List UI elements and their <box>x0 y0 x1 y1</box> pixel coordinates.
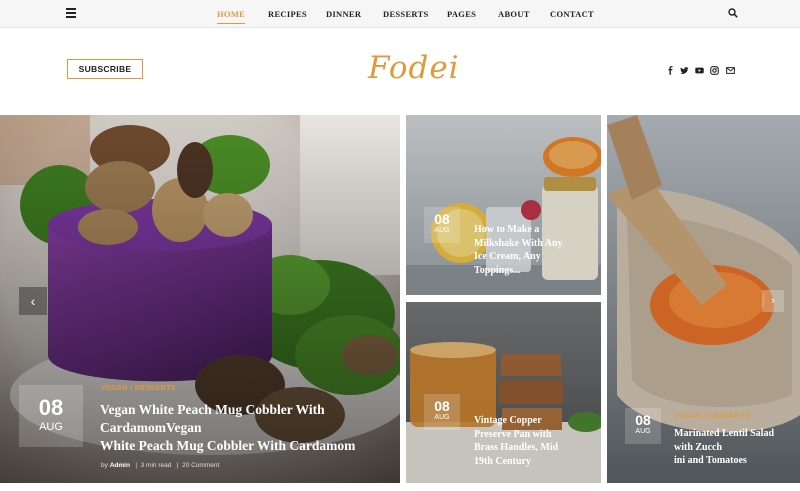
subscribe-button[interactable]: SUBSCRIBE <box>67 59 143 79</box>
milkshake-post-card[interactable]: 08 AUG How to Make a Milkshake With Any … <box>406 115 601 295</box>
post-title[interactable]: How to Make a Milkshake With Any Ice Cre… <box>474 223 594 277</box>
slider-next-arrow[interactable]: › <box>762 290 784 312</box>
date-badge: 08 AUG <box>625 408 661 444</box>
nav-desserts[interactable]: DESSERTS <box>383 9 429 19</box>
post-title-line[interactable]: Ice Cream, Any <box>474 250 594 264</box>
date-month: AUG <box>635 428 651 435</box>
post-categories[interactable]: VEGAN / DESSERTS <box>675 413 750 420</box>
post-title-line[interactable]: Milkshake With Any <box>474 237 594 251</box>
post-title-line[interactable]: Vintage Copper <box>474 414 596 428</box>
featured-post-card[interactable]: ‹ 08 AUG VEGAN / DESSERTS Vegan White Pe… <box>0 115 400 483</box>
meta-by: by <box>101 462 108 469</box>
read-time: 3 min read <box>140 462 172 469</box>
nav-about[interactable]: ABOUT <box>498 9 530 19</box>
date-day: 08 <box>434 398 450 414</box>
date-day: 08 <box>38 395 64 420</box>
post-title[interactable]: Vintage Copper Preserve Pan with Brass H… <box>474 414 596 468</box>
post-title-line[interactable]: ini and Tomatoes <box>674 454 796 468</box>
mail-icon[interactable] <box>726 66 735 75</box>
post-title-line[interactable]: How to Make a <box>474 223 594 237</box>
date-month: AUG <box>434 227 450 234</box>
twitter-icon[interactable] <box>680 66 689 75</box>
post-categories[interactable]: VEGAN / DESSERTS <box>101 385 176 392</box>
hamburger-menu-icon[interactable] <box>66 8 76 18</box>
lentil-post-card[interactable]: › 08 AUG VEGAN / DESSERTS Marinated Lent… <box>607 115 800 483</box>
post-title-line[interactable]: Brass Handles, Mid <box>474 441 596 455</box>
date-month: AUG <box>39 421 63 433</box>
post-title-line[interactable]: Marinated Lentil Salad <box>674 427 796 441</box>
site-logo[interactable]: Fodei <box>368 50 460 86</box>
search-icon[interactable] <box>728 8 738 18</box>
youtube-icon[interactable] <box>695 66 704 75</box>
comment-count[interactable]: 20 Comment <box>182 462 219 469</box>
nav-dinner[interactable]: DINNER <box>326 9 361 19</box>
post-meta: by Admin | 3 min read | 20 Comment <box>101 462 220 469</box>
post-title-line[interactable]: 19th Century <box>474 455 596 469</box>
date-badge: 08 AUG <box>424 207 460 243</box>
post-title-line[interactable]: White Peach Mug Cobbler With Cardamom <box>100 437 390 455</box>
post-title[interactable]: Marinated Lentil Salad with Zucch ini an… <box>674 427 796 468</box>
date-badge: 08 AUG <box>424 394 460 430</box>
nav-contact[interactable]: CONTACT <box>550 9 594 19</box>
tea-post-card[interactable]: 08 AUG Vintage Copper Preserve Pan with … <box>406 302 601 483</box>
post-title-line[interactable]: Vegan White Peach Mug Cobbler With <box>100 401 390 419</box>
site-header: SUBSCRIBE Fodei <box>0 28 800 114</box>
nav-home[interactable]: HOME <box>217 9 246 24</box>
date-day: 08 <box>434 211 450 227</box>
post-title[interactable]: Vegan White Peach Mug Cobbler With Carda… <box>100 401 390 456</box>
post-title-line[interactable]: CardamomVegan <box>100 419 390 437</box>
top-nav-bar: HOME RECIPES DINNER DESSERTS PAGES ABOUT… <box>0 0 800 28</box>
post-author[interactable]: Admin <box>110 462 130 469</box>
date-day: 08 <box>635 412 651 428</box>
date-badge: 08 AUG <box>19 385 83 447</box>
post-title-line[interactable]: with Zucch <box>674 441 796 455</box>
facebook-icon[interactable] <box>666 66 675 75</box>
post-title-line[interactable]: Preserve Pan with <box>474 428 596 442</box>
instagram-icon[interactable] <box>710 66 719 75</box>
nav-pages[interactable]: PAGES <box>447 9 476 19</box>
date-month: AUG <box>434 414 450 421</box>
nav-recipes[interactable]: RECIPES <box>268 9 307 19</box>
slider-prev-arrow[interactable]: ‹ <box>19 287 47 315</box>
post-title-line[interactable]: Toppings... <box>474 264 594 278</box>
